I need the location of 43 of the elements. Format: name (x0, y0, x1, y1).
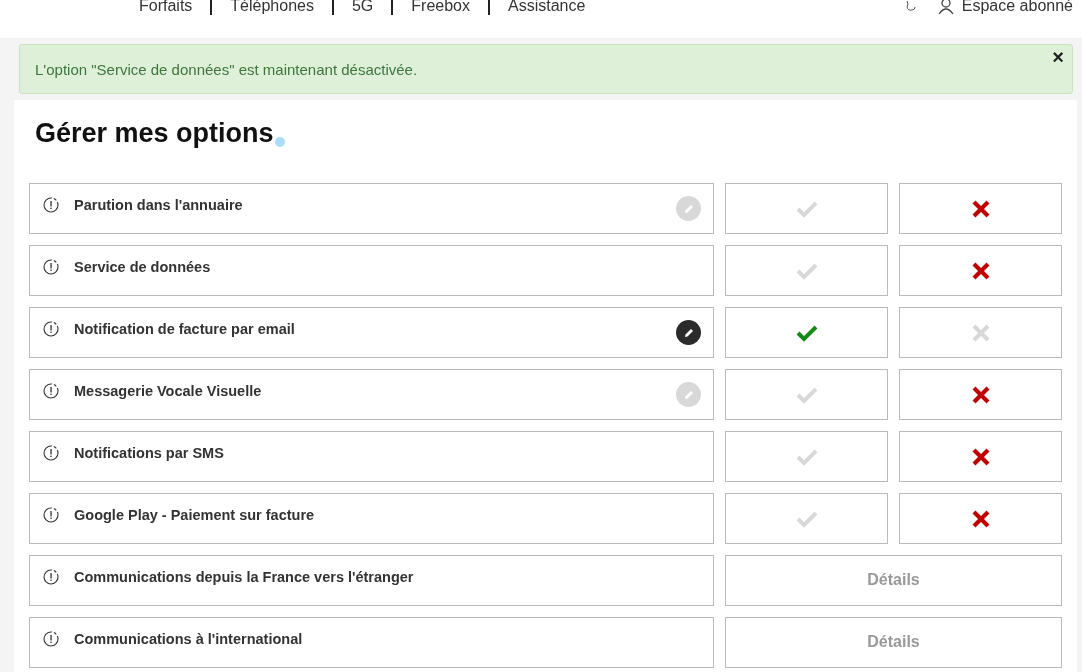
disable-button[interactable] (899, 307, 1062, 358)
option-name: Parution dans l'annuaire (74, 196, 243, 214)
user-icon[interactable] (937, 0, 954, 15)
option-name: Communications depuis la France vers l'étranger (74, 568, 414, 586)
nav-link[interactable]: Freebox (391, 0, 488, 15)
option-name: Google Play - Paiement sur facture (74, 506, 315, 524)
page-title: Gérer mes options (35, 118, 274, 149)
dot-icon (274, 137, 285, 147)
disable-button[interactable] (899, 431, 1062, 482)
info-icon[interactable] (42, 382, 60, 400)
nav-link[interactable]: 5G (331, 0, 392, 15)
disable-button[interactable] (899, 369, 1062, 420)
option-name: Communications à l'international (74, 630, 303, 648)
enable-button[interactable] (725, 431, 888, 482)
info-icon[interactable] (42, 568, 60, 586)
enable-button[interactable] (725, 369, 888, 420)
info-icon[interactable] (42, 320, 60, 338)
option-name: Messagerie Vocale Visuelle (74, 382, 262, 400)
info-icon[interactable] (42, 258, 60, 276)
nav-link[interactable]: Téléphones (210, 0, 332, 15)
disable-button[interactable] (899, 493, 1062, 544)
enable-button[interactable] (725, 183, 888, 234)
enable-button[interactable] (725, 493, 888, 544)
nav-link[interactable]: Forfaits (139, 0, 211, 15)
pencil-icon (682, 388, 695, 401)
nav-link[interactable]: Assistance (488, 0, 604, 15)
edit-button[interactable] (676, 320, 701, 345)
pencil-icon (682, 326, 695, 339)
option-name: Notifications par SMS (74, 444, 224, 462)
disable-button[interactable] (899, 245, 1062, 296)
info-icon[interactable] (42, 196, 60, 214)
disable-button[interactable] (899, 183, 1062, 234)
option-name: Service de données (74, 258, 211, 276)
enable-button[interactable] (725, 307, 888, 358)
info-icon[interactable] (42, 444, 60, 462)
option-name: Notification de facture par email (74, 320, 295, 338)
account-link[interactable]: Espace abonné (961, 0, 1073, 15)
info-icon[interactable] (42, 630, 60, 648)
alert-message: L'option "Service de données" est maintenant désactivée. (35, 60, 418, 78)
enable-button[interactable] (725, 245, 888, 296)
close-button[interactable]: × (1050, 47, 1066, 67)
info-icon[interactable] (42, 506, 60, 524)
pencil-icon (682, 202, 695, 215)
